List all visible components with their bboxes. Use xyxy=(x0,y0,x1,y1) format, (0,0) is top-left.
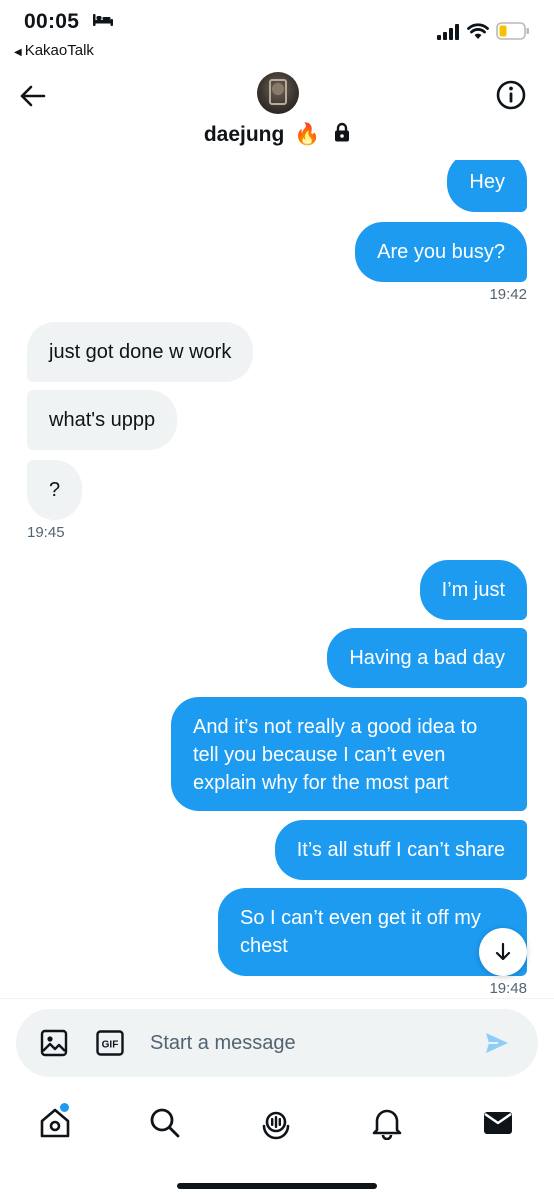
message-bubble-incoming[interactable]: ? xyxy=(27,460,83,520)
avatar[interactable] xyxy=(257,72,299,114)
message-bubble-outgoing[interactable]: Hey xyxy=(447,160,527,212)
status-time: 00:05 xyxy=(24,10,80,33)
battery-icon xyxy=(496,22,530,45)
tab-spaces[interactable] xyxy=(258,1106,294,1142)
message-bubble-incoming[interactable]: just got done w work xyxy=(27,322,254,382)
contact-name: daejung xyxy=(203,123,285,146)
info-icon xyxy=(496,80,526,110)
message-timestamp: 19:42 xyxy=(489,286,527,303)
media-button[interactable] xyxy=(40,1029,68,1062)
message-line: And it’s not really a good idea to xyxy=(193,716,478,738)
notification-dot xyxy=(60,1103,69,1112)
message-bubble-incoming[interactable]: what's uppp xyxy=(27,390,178,450)
lock-icon xyxy=(334,122,350,148)
message-bubble-outgoing[interactable]: It’s all stuff I can’t share xyxy=(274,820,527,880)
message-bubble-outgoing[interactable]: I’m just xyxy=(419,560,527,620)
tab-search[interactable] xyxy=(148,1106,184,1142)
status-bar: 00:05 ◀ KakaoTalk xyxy=(0,0,554,64)
message-composer: GIF xyxy=(16,1009,538,1077)
composer-divider xyxy=(0,998,554,999)
message-line: tell you because I can’t even xyxy=(193,744,446,766)
messages-icon xyxy=(484,1112,512,1134)
gif-icon: GIF xyxy=(96,1030,124,1056)
contact-name-row[interactable]: daejung 🔥 xyxy=(0,122,554,148)
notifications-icon xyxy=(372,1109,402,1141)
send-icon xyxy=(486,1033,508,1053)
tab-messages[interactable] xyxy=(481,1106,517,1142)
tab-notifications[interactable] xyxy=(370,1106,406,1142)
back-button[interactable] xyxy=(16,80,48,112)
back-app-label: KakaoTalk xyxy=(24,42,94,59)
message-line: So I can’t even get it off my xyxy=(240,907,481,929)
gif-label: GIF xyxy=(102,1040,119,1051)
tab-home[interactable] xyxy=(38,1103,74,1142)
bed-icon xyxy=(92,13,114,32)
back-to-app-link[interactable]: ◀ KakaoTalk xyxy=(14,42,94,59)
message-line: chest xyxy=(240,935,288,957)
conversation-header: daejung 🔥 xyxy=(0,64,554,160)
fire-emoji-icon: 🔥 xyxy=(294,123,321,146)
wifi-icon xyxy=(467,22,489,45)
info-button[interactable] xyxy=(494,78,528,112)
message-list[interactable]: Hey Are you busy? 19:42 just got done w … xyxy=(0,160,554,998)
message-bubble-outgoing[interactable]: Are you busy? xyxy=(355,222,527,282)
message-input[interactable] xyxy=(150,1023,470,1063)
scroll-to-bottom-button[interactable] xyxy=(479,928,527,976)
home-indicator xyxy=(177,1183,377,1189)
back-arrow-icon xyxy=(20,85,46,107)
message-bubble-outgoing[interactable]: Having a bad day xyxy=(327,628,527,688)
back-triangle-icon: ◀ xyxy=(14,47,22,58)
image-icon xyxy=(40,1029,68,1057)
message-bubble-outgoing[interactable]: And it’s not really a good idea to tell … xyxy=(171,697,527,811)
message-line: explain why for the most part xyxy=(193,772,449,794)
message-timestamp: 19:45 xyxy=(27,524,65,541)
arrow-down-icon xyxy=(495,942,511,961)
search-icon xyxy=(150,1108,180,1138)
message-timestamp: 19:48 xyxy=(489,980,527,997)
send-button[interactable] xyxy=(484,1031,510,1060)
gif-button[interactable]: GIF xyxy=(96,1030,124,1061)
bottom-tab-bar xyxy=(0,1088,554,1158)
signal-icon xyxy=(437,24,461,45)
spaces-icon xyxy=(262,1111,290,1140)
avatar-face xyxy=(272,83,284,95)
